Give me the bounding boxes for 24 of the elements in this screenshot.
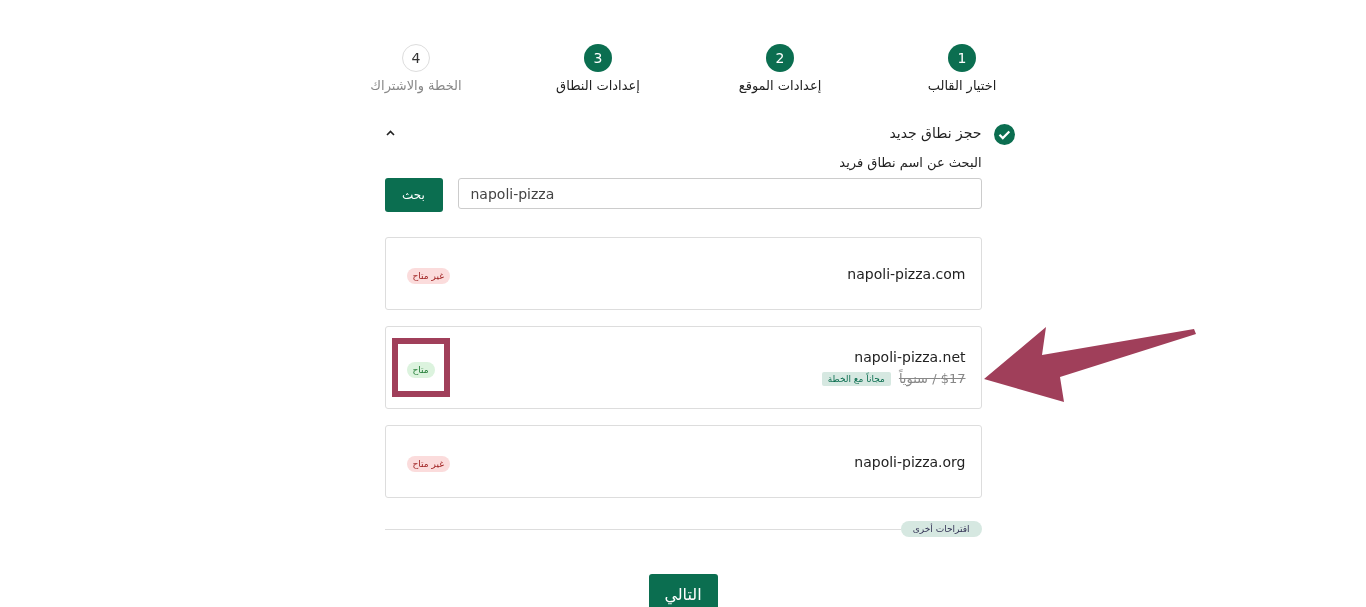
arrow-icon <box>983 325 1196 405</box>
status-badge: غير متاح <box>406 456 450 472</box>
domain-name: napoli-pizza.com <box>847 265 966 282</box>
search-field[interactable]: napoli-pizza <box>457 178 982 209</box>
caret-icon[interactable] <box>385 130 395 136</box>
step-number: 2 <box>766 44 794 72</box>
status-badge: متاح <box>406 362 435 378</box>
step-label: إعدادات النطاق <box>556 78 640 93</box>
search-button[interactable]: بحث <box>384 178 443 212</box>
step-number: 3 <box>584 44 612 72</box>
next-button[interactable]: التالي <box>648 574 718 607</box>
section-title: حجز نطاق جديد <box>889 125 982 141</box>
domain-name: napoli-pizza.org <box>854 453 966 470</box>
search-label: البحث عن اسم نطاق فريد <box>838 155 982 170</box>
status-badge: غير متاح <box>406 268 450 284</box>
domain-name: napoli-pizza.net <box>854 349 966 365</box>
step-label: إعدادات الموقع <box>738 78 822 93</box>
step-label: الخطة والاشتراك <box>370 78 462 93</box>
step-number: 4 <box>402 44 430 72</box>
old-price: $17 / سنوياً <box>898 371 966 386</box>
offer-tag: مجاناً مع الخطة <box>821 371 891 386</box>
suggestions-label: اقتراحات أخرى <box>900 521 982 537</box>
step-label: اختيار القالب <box>927 78 997 93</box>
step-number: 1 <box>948 44 976 72</box>
